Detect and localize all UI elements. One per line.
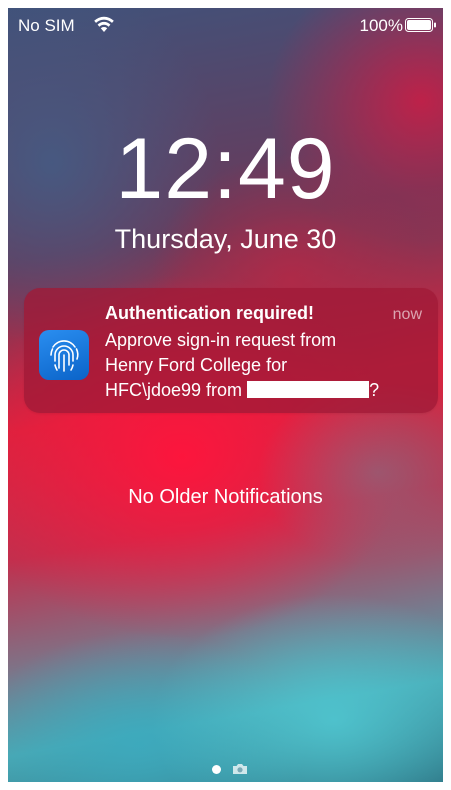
status-bar: No SIM 100% [8,8,443,42]
notification-body: Approve sign-in request from Henry Ford … [105,328,425,403]
notification-body-line: Henry Ford College for [105,355,288,375]
authentication-notification[interactable]: Authentication required! now Approve sig… [24,288,438,413]
carrier-label: No SIM [18,16,75,35]
notification-body-line: HFC\jdoe99 from ? [105,378,425,403]
redacted-block [247,381,370,398]
lock-screen-time: 12:49 [115,121,336,217]
notification-suffix: ? [369,380,380,400]
fingerprint-icon [39,330,89,380]
no-older-notifications: No Older Notifications [128,486,323,508]
notification-body-line: Approve sign-in request from [105,330,337,350]
notification-user: HFC\jdoe99 from [105,380,248,400]
page-dot [212,765,221,774]
lock-screen: No SIM 100% 12:49 Thursday, June 30 Auth… [8,8,443,782]
battery-full-icon [405,18,436,32]
lock-screen-date: Thursday, June 30 [114,224,337,254]
camera-icon[interactable] [232,763,248,775]
notification-title: Authentication required! [105,303,315,323]
notification-time: now [392,306,422,323]
battery-percentage: 100% [359,16,403,35]
page-indicator [8,762,443,776]
wifi-icon [94,16,114,32]
